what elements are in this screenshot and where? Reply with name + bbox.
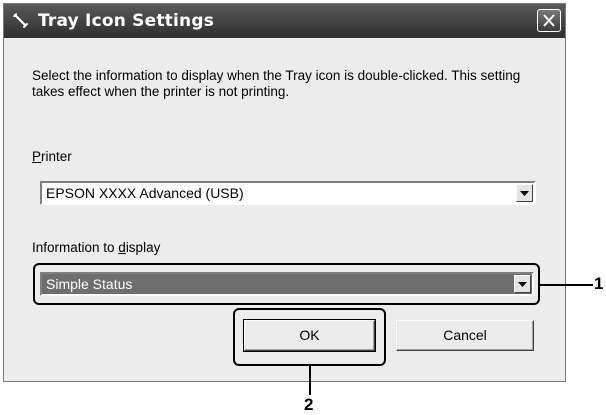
printer-label-rest: rinter (41, 149, 72, 164)
close-icon (543, 14, 555, 27)
close-button[interactable] (537, 9, 561, 32)
chevron-down-icon (518, 282, 527, 287)
info-label-after: isplay (125, 240, 161, 255)
callout-2-number: 2 (304, 395, 314, 414)
printer-label: Printer (32, 149, 72, 164)
printer-label-mnemonic: P (32, 149, 42, 164)
chevron-down-icon (520, 191, 529, 196)
callout-2-line (309, 365, 311, 395)
printer-select-value: EPSON XXXX Advanced (USB) (46, 185, 244, 201)
printer-select[interactable]: EPSON XXXX Advanced (USB) (40, 181, 536, 205)
callout-1-number: 1 (594, 274, 604, 293)
wrench-icon (12, 12, 30, 30)
title-bar[interactable]: Tray Icon Settings (4, 4, 565, 38)
info-label: Information to display (32, 240, 160, 255)
tray-icon-settings-dialog: Tray Icon Settings Select the informatio… (3, 3, 566, 382)
description-text: Select the information to display when t… (32, 68, 521, 99)
cancel-button[interactable]: Cancel (396, 320, 534, 351)
info-select-value: Simple Status (46, 276, 133, 292)
info-dropdown-button[interactable] (514, 275, 531, 293)
printer-dropdown-button[interactable] (516, 184, 533, 202)
window-title: Tray Icon Settings (38, 11, 215, 31)
callout-1-line (540, 284, 593, 286)
info-label-before: Information to (32, 240, 119, 255)
info-select[interactable]: Simple Status (40, 272, 534, 296)
info-label-mnemonic: d (118, 240, 126, 255)
ok-button[interactable]: OK (243, 319, 376, 352)
